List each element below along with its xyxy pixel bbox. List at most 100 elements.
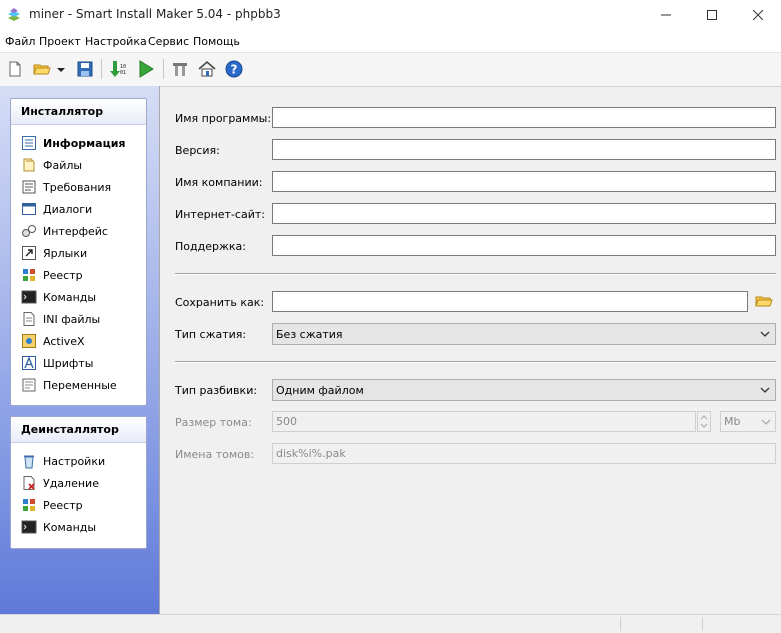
company-input[interactable]: [272, 171, 776, 192]
browse-folder-icon[interactable]: [755, 292, 773, 310]
title-bar: miner - Smart Install Maker 5.04 - phpbb…: [0, 0, 781, 30]
dialogs-icon: [22, 203, 36, 215]
interface-icon: [22, 225, 36, 237]
chevron-up-icon[interactable]: [700, 414, 708, 420]
sidebar-item-label: Информация: [43, 136, 126, 150]
registry-icon: [23, 269, 35, 281]
status-bar: [0, 614, 781, 633]
program-name-input[interactable]: [272, 107, 776, 128]
volume-size-value: 500: [276, 415, 297, 428]
maximize-icon: [707, 10, 717, 20]
uninstaller-panel-title: Деинсталлятор: [11, 417, 146, 443]
menu-service[interactable]: Сервис: [148, 35, 189, 48]
toolbar-separator: [101, 59, 102, 79]
toolbar: 10 01 ?: [0, 52, 781, 87]
support-input[interactable]: [272, 235, 776, 256]
sidebar-item-fonts[interactable]: Шрифты: [21, 353, 93, 373]
company-label: Имя компании:: [175, 176, 263, 189]
sidebar-item-registry[interactable]: Реестр: [21, 265, 83, 285]
save-icon[interactable]: [76, 60, 94, 78]
close-icon: [753, 10, 763, 20]
new-file-icon[interactable]: [6, 60, 24, 78]
sidebar-item-label: Команды: [43, 290, 97, 304]
volume-unit-value: Mb: [724, 415, 741, 428]
split-value: Одним файлом: [276, 384, 364, 397]
open-folder-icon[interactable]: [33, 60, 51, 78]
console-icon: [21, 520, 37, 534]
minimize-icon: [661, 14, 671, 16]
volume-size-label: Размер тома:: [175, 416, 252, 429]
run-icon[interactable]: [137, 60, 155, 78]
sidebar-item-files[interactable]: Файлы: [21, 155, 82, 175]
sidebar-item-label: Диалоги: [43, 202, 93, 216]
website-label: Интернет-сайт:: [175, 208, 265, 221]
sidebar-item-label: Реестр: [43, 268, 83, 282]
version-label: Версия:: [175, 144, 220, 157]
minimize-button[interactable]: [643, 0, 689, 30]
section-divider: [175, 273, 776, 275]
recycle-bin-icon: [24, 455, 34, 469]
sidebar-item-label: Переменные: [43, 378, 117, 392]
close-button[interactable]: [735, 0, 781, 30]
menu-project[interactable]: Проект: [39, 35, 81, 48]
save-as-input[interactable]: [272, 291, 748, 312]
chevron-down-icon: [761, 419, 771, 425]
status-separator: [702, 617, 703, 631]
delete-file-icon: [23, 476, 35, 490]
main-form: Имя программы: Версия: Имя компании: Инт…: [160, 86, 781, 614]
sidebar-item-label: Интерфейс: [43, 224, 108, 238]
sidebar-item-activex[interactable]: ActiveX: [21, 331, 85, 351]
sidebar-item-shortcuts[interactable]: Ярлыки: [21, 243, 87, 263]
menu-settings[interactable]: Настройка: [85, 35, 147, 48]
volume-size-stepper[interactable]: [697, 411, 711, 432]
sidebar-item-information[interactable]: Информация: [21, 133, 126, 153]
save-as-label: Сохранить как:: [175, 296, 265, 309]
sidebar-item-requirements[interactable]: Требования: [21, 177, 111, 197]
menu-file[interactable]: Файл: [5, 35, 35, 48]
chevron-down-icon[interactable]: [700, 423, 708, 429]
website-input[interactable]: [272, 203, 776, 224]
sidebar-item-uninstall-settings[interactable]: Настройки: [21, 451, 105, 471]
variables-icon: [22, 378, 36, 392]
help-icon[interactable]: ?: [225, 60, 243, 78]
console-icon: [21, 290, 37, 304]
sidebar-item-ini-files[interactable]: INI файлы: [21, 309, 100, 329]
build-icon[interactable]: 10 01: [109, 60, 127, 78]
sidebar-item-label: Настройки: [43, 454, 106, 468]
sidebar-item-commands[interactable]: Команды: [21, 287, 96, 307]
volume-unit-select[interactable]: Mb: [720, 411, 776, 432]
sidebar-item-variables[interactable]: Переменные: [21, 375, 117, 395]
svg-text:?: ?: [231, 63, 238, 77]
dropdown-arrow-icon[interactable]: [56, 60, 66, 78]
sidebar-item-dialogs[interactable]: Диалоги: [21, 199, 92, 219]
version-input[interactable]: [272, 139, 776, 160]
volume-size-input[interactable]: 500: [272, 411, 696, 432]
chevron-down-icon: [760, 387, 770, 393]
program-name-label: Имя программы:: [175, 112, 272, 125]
sidebar-item-label: Файлы: [43, 158, 83, 172]
sidebar-item-label: Команды: [43, 520, 97, 534]
chevron-down-icon: [760, 331, 770, 337]
compression-select[interactable]: Без сжатия: [272, 323, 776, 345]
sidebar-item-label: ActiveX: [43, 334, 85, 348]
sidebar-item-uninstall-registry[interactable]: Реестр: [21, 495, 83, 515]
status-separator: [620, 617, 621, 631]
volume-names-label: Имена томов:: [175, 448, 255, 461]
sidebar-item-label: Ярлыки: [43, 246, 88, 260]
home-icon[interactable]: [198, 60, 216, 78]
menu-help[interactable]: Помощь: [193, 35, 240, 48]
split-select[interactable]: Одним файлом: [272, 379, 776, 401]
ini-file-icon: [23, 312, 35, 326]
sidebar-item-uninstall-commands[interactable]: Команды: [21, 517, 96, 537]
shortcut-icon: [22, 246, 36, 260]
sidebar-item-uninstall-removal[interactable]: Удаление: [21, 473, 99, 493]
volume-names-input[interactable]: disk%i%.pak: [272, 443, 776, 464]
split-label: Тип разбивки:: [175, 384, 258, 397]
support-label: Поддержка:: [175, 240, 246, 253]
sidebar-item-interface[interactable]: Интерфейс: [21, 221, 108, 241]
settings-icon[interactable]: [171, 60, 189, 78]
volume-names-value: disk%i%.pak: [276, 447, 346, 460]
compression-label: Тип сжатия:: [175, 328, 247, 341]
menu-bar: Файл Проект Настройка Сервис Помощь: [0, 30, 781, 52]
maximize-button[interactable]: [689, 0, 735, 30]
